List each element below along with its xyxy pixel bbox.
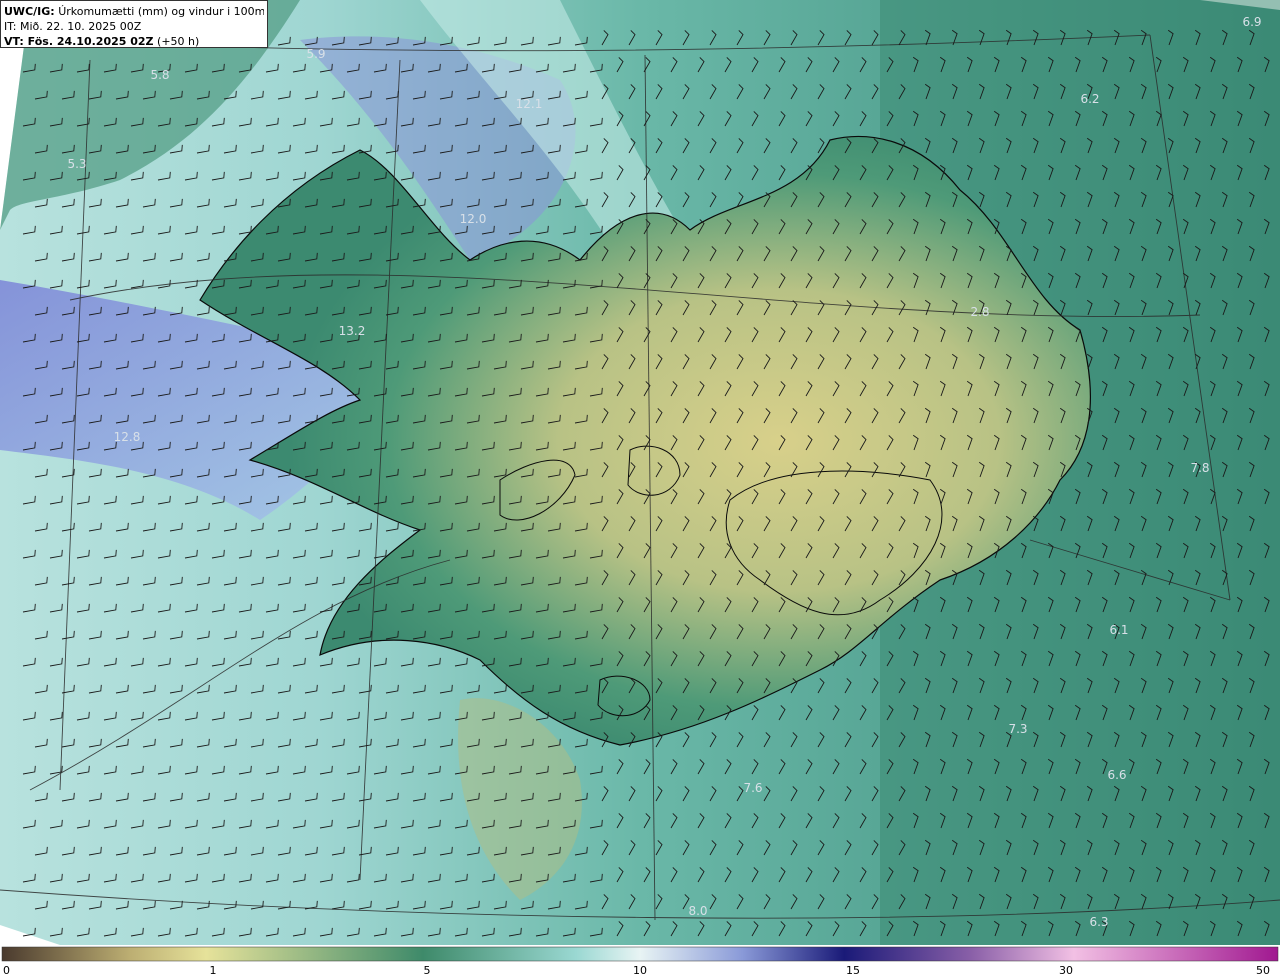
precip-value-label: 5.3 (67, 157, 86, 171)
colorbar-tick-label: 15 (846, 964, 860, 977)
precip-value-label: 7.6 (743, 781, 762, 795)
precip-value-label: 6.1 (1109, 623, 1128, 637)
precip-value-label: 8.0 (688, 904, 707, 918)
map-title: Úrkomumætti (mm) og vindur i 100m hæð (58, 5, 264, 18)
forecast-hour: (+50 h) (157, 35, 200, 48)
precip-value-label: 6.3 (1089, 915, 1108, 929)
colorbar: 0 1 5 10 15 30 50 (1, 946, 1279, 977)
colorbar-tick-label: 5 (424, 964, 431, 977)
precip-value-label: 6.2 (1080, 92, 1099, 106)
colorbar-tick-label: 0 (3, 964, 10, 977)
precip-value-label: 2.8 (970, 305, 989, 319)
precip-value-label: 5.8 (150, 68, 169, 82)
valid-time: VT: Fös. 24.10.2025 02Z (4, 35, 154, 48)
precip-value-label: 12.0 (460, 212, 487, 226)
precip-value-label: 7.3 (1008, 722, 1027, 736)
precip-value-label: 13.2 (339, 324, 366, 338)
precip-value-label: 12.8 (114, 430, 141, 444)
precip-value-label: 6.6 (1107, 768, 1126, 782)
colorbar-tick-label: 50 (1256, 964, 1270, 977)
precip-value-label: 5.9 (306, 47, 325, 61)
precip-value-label: 7.8 (1190, 461, 1209, 475)
init-time: IT: Mið. 22. 10. 2025 00Z (4, 20, 142, 33)
colorbar-tick-label: 10 (633, 964, 647, 977)
weather-map: 5.9 5.8 5.3 12.1 12.0 13.2 12.8 6.2 6.9 2.8 7.8 6.1… (0, 0, 1280, 977)
colorbar-ramp (1, 946, 1279, 962)
colorbar-tick-label: 30 (1059, 964, 1073, 977)
colorbar-tick-label: 1 (210, 964, 217, 977)
map-header: UWC/IG: Úrkomumætti (mm) og vindur i 100… (0, 0, 268, 48)
precip-value-label: 6.9 (1242, 15, 1261, 29)
product-code: UWC/IG: (4, 5, 55, 18)
precip-value-label: 12.1 (516, 97, 543, 111)
